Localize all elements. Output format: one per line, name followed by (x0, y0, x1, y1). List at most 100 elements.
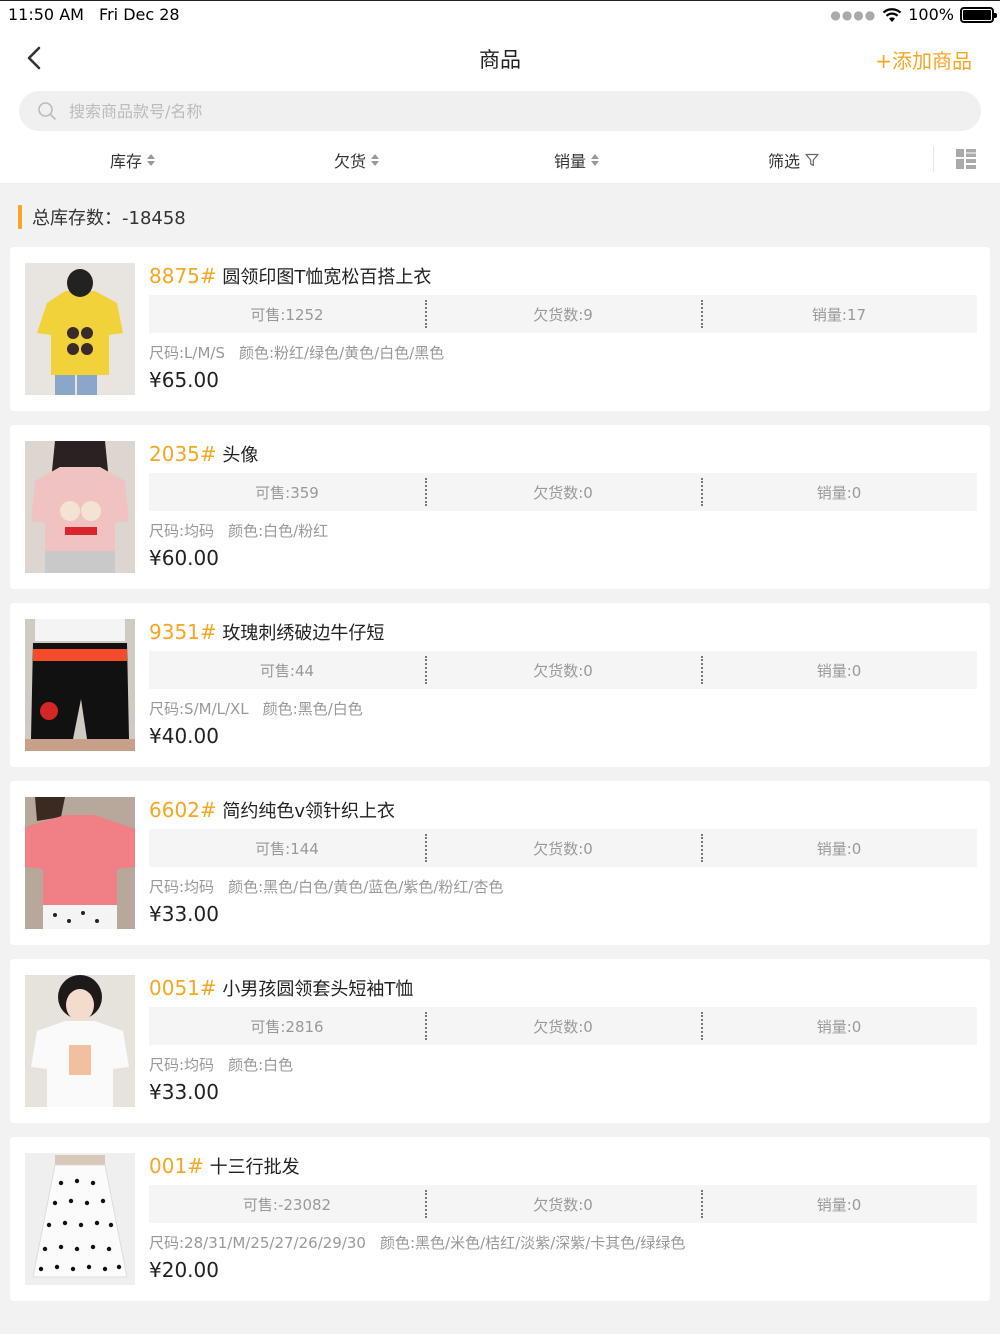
grid-view-icon[interactable] (956, 149, 976, 169)
sort-arrows-icon (371, 154, 380, 166)
filter-icon (805, 153, 819, 167)
product-stats: 可售:1252 欠货数:9 销量:17 (149, 295, 977, 333)
stat-sales: 销量:17 (701, 295, 977, 333)
stat-owed: 欠货数:0 (425, 1007, 701, 1045)
product-list: 8875# 圆领印图T恤宽松百搭上衣 可售:1252 欠货数:9 销量:17 尺… (10, 247, 990, 1315)
stat-sales: 销量:0 (701, 1185, 977, 1223)
stat-owed: 欠货数:0 (425, 829, 701, 867)
product-code: 001# (149, 1154, 204, 1178)
battery-icon (960, 6, 997, 23)
product-stats: 可售:44 欠货数:0 销量:0 (149, 651, 977, 689)
product-image (25, 975, 135, 1107)
product-code: 9351# (149, 620, 217, 644)
sort-sales[interactable]: 销量 (554, 148, 600, 172)
stat-sales: 销量:0 (701, 651, 977, 689)
product-name: 小男孩圆领套头短袖T恤 (222, 979, 414, 1000)
product-image (25, 797, 135, 929)
product-sizes: 尺码:L/M/S (149, 344, 225, 362)
stat-sales: 销量:0 (701, 473, 977, 511)
stat-available: 可售:-23082 (242, 1195, 332, 1214)
search-area (0, 88, 1000, 136)
product-code: 8875# (149, 264, 217, 288)
product-sizes: 尺码:均码 (149, 878, 215, 896)
stat-owed: 欠货数:0 (425, 473, 701, 511)
product-attrs: 尺码:S/M/L/XL 颜色:黑色/白色 (149, 698, 363, 719)
product-attrs: 尺码:28/31/M/25/27/26/29/30 颜色:黑色/米色/桔红/淡紫/… (149, 1232, 685, 1253)
sort-stock[interactable]: 库存 (110, 148, 156, 172)
stat-owed: 欠货数:0 (425, 1185, 701, 1223)
stat-owed: 欠货数:0 (425, 651, 701, 689)
product-colors: 颜色:白色 (228, 1056, 294, 1074)
product-price: ¥33.00 (149, 1080, 219, 1104)
signal-icon: ●●●● (830, 7, 877, 22)
product-name: 头像 (222, 445, 259, 466)
sort-owed-label: 欠货 (334, 152, 367, 171)
sort-bar: 库存 欠货 销量 筛选 (0, 136, 1000, 184)
product-title: 2035# 头像 (149, 441, 258, 467)
product-code: 6602# (149, 798, 217, 822)
product-title: 9351# 玫瑰刺绣破边牛仔短 (149, 619, 384, 645)
sort-sales-label: 销量 (554, 152, 587, 171)
product-sizes: 尺码:28/31/M/25/27/26/29/30 (149, 1234, 366, 1252)
product-card[interactable]: 8875# 圆领印图T恤宽松百搭上衣 可售:1252 欠货数:9 销量:17 尺… (10, 247, 990, 411)
product-attrs: 尺码:均码 颜色:黑色/白色/黄色/蓝色/紫色/粉红/杏色 (149, 876, 503, 897)
total-stock-row: 总库存数：-18458 (18, 204, 186, 230)
product-image (25, 619, 135, 751)
sort-owed[interactable]: 欠货 (334, 148, 380, 172)
stat-sales: 销量:0 (701, 1007, 977, 1045)
product-image (25, 441, 135, 573)
product-image (25, 263, 135, 395)
stat-available: 可售:359 (255, 483, 319, 502)
accent-bar (18, 205, 22, 229)
product-card[interactable]: 2035# 头像 可售:359 欠货数:0 销量:0 尺码:均码 颜色:白色/粉红… (10, 425, 990, 589)
wifi-icon (883, 7, 902, 22)
product-price: ¥20.00 (149, 1258, 219, 1282)
product-price: ¥60.00 (149, 546, 219, 570)
product-stats: 可售:359 欠货数:0 销量:0 (149, 473, 977, 511)
divider (933, 146, 934, 172)
product-stats: 可售:144 欠货数:0 销量:0 (149, 829, 977, 867)
product-code: 2035# (149, 442, 217, 466)
product-name: 十三行批发 (209, 1157, 300, 1178)
product-colors: 颜色:黑色/白色/黄色/蓝色/紫色/粉红/杏色 (228, 878, 504, 896)
product-card[interactable]: 6602# 简约纯色v领针织上衣 可售:144 欠货数:0 销量:0 尺码:均码… (10, 781, 990, 945)
product-title: 0051# 小男孩圆领套头短袖T恤 (149, 975, 413, 1001)
filter-label: 筛选 (768, 152, 801, 171)
product-card[interactable]: 001# 十三行批发 可售:-23082 欠货数:0 销量:0 尺码:28/31… (10, 1137, 990, 1301)
product-title: 6602# 简约纯色v领针织上衣 (149, 797, 395, 823)
product-title: 001# 十三行批发 (149, 1153, 300, 1179)
product-price: ¥40.00 (149, 724, 219, 748)
stat-sales: 销量:0 (701, 829, 977, 867)
product-image (25, 1153, 135, 1285)
filter-button[interactable]: 筛选 (768, 148, 819, 172)
status-date: Fri Dec 28 (99, 5, 180, 24)
search-input[interactable] (69, 91, 949, 131)
product-sizes: 尺码:均码 (149, 522, 215, 540)
page-title: 商品 (479, 48, 521, 72)
product-colors: 颜色:黑色/白色 (262, 700, 363, 718)
stat-available: 可售:144 (255, 839, 319, 858)
stat-owed: 欠货数:9 (425, 295, 701, 333)
product-attrs: 尺码:L/M/S 颜色:粉红/绿色/黄色/白色/黑色 (149, 342, 444, 363)
product-code: 0051# (149, 976, 217, 1000)
product-stats: 可售:2816 欠货数:0 销量:0 (149, 1007, 977, 1045)
battery-percent: 100% (908, 5, 954, 24)
product-colors: 颜色:黑色/米色/桔红/淡紫/深紫/卡其色/绿绿色 (379, 1234, 686, 1252)
product-sizes: 尺码:均码 (149, 1056, 215, 1074)
stat-available: 可售:1252 (250, 305, 324, 324)
product-colors: 颜色:白色/粉红 (228, 522, 329, 540)
product-sizes: 尺码:S/M/L/XL (149, 700, 249, 718)
product-title: 8875# 圆领印图T恤宽松百搭上衣 (149, 263, 431, 289)
stat-available: 可售:44 (259, 661, 315, 680)
search-box[interactable] (19, 91, 981, 131)
add-product-button[interactable]: +添加商品 (875, 45, 972, 74)
stat-available: 可售:2816 (250, 1017, 324, 1036)
product-name: 玫瑰刺绣破边牛仔短 (222, 623, 385, 644)
product-card[interactable]: 0051# 小男孩圆领套头短袖T恤 可售:2816 欠货数:0 销量:0 尺码:… (10, 959, 990, 1123)
product-attrs: 尺码:均码 颜色:白色 (149, 1054, 293, 1075)
product-name: 圆领印图T恤宽松百搭上衣 (222, 267, 432, 288)
total-stock: 总库存数：-18458 (32, 208, 186, 229)
product-card[interactable]: 9351# 玫瑰刺绣破边牛仔短 可售:44 欠货数:0 销量:0 尺码:S/M/… (10, 603, 990, 767)
sort-arrows-icon (591, 154, 600, 166)
product-attrs: 尺码:均码 颜色:白色/粉红 (149, 520, 328, 541)
